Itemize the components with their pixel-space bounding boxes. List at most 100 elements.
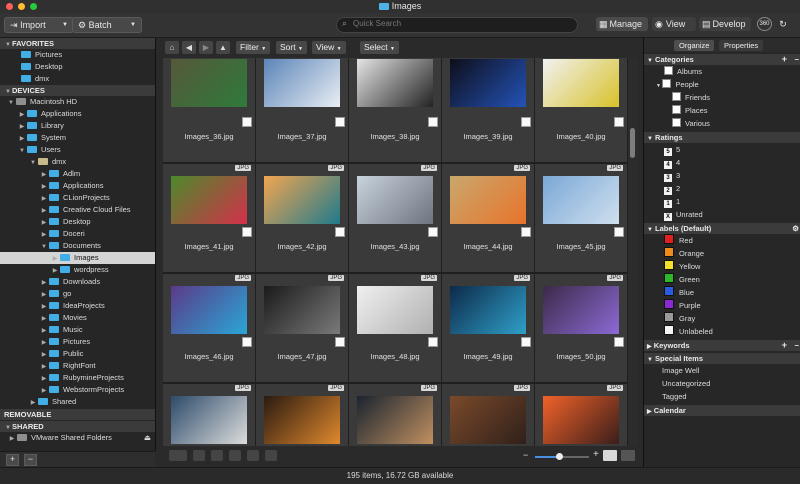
- thumbnail-cell[interactable]: JPG: [535, 384, 627, 446]
- tree-item-rubymineprojects[interactable]: ▶ RubymineProjects: [0, 372, 155, 384]
- rating-2[interactable]: 22: [644, 182, 800, 195]
- tree-item-dmx[interactable]: ▼ dmx: [0, 156, 155, 168]
- labels-header[interactable]: ▼ Labels (Default) ⚙: [644, 223, 800, 234]
- minus-icon[interactable]: −: [795, 340, 799, 351]
- sync-icon[interactable]: ↻: [776, 17, 790, 31]
- tree-item-users[interactable]: ▼ Users: [0, 144, 155, 156]
- thumbnail-cell[interactable]: Images_38.jpg: [349, 58, 441, 162]
- select-dropdown[interactable]: Select ▼: [360, 41, 399, 54]
- select-checkbox[interactable]: [335, 117, 345, 127]
- tree-item-adlm[interactable]: ▶ Adlm: [0, 168, 155, 180]
- thumbnail-image[interactable]: [264, 176, 340, 224]
- select-checkbox[interactable]: [521, 117, 531, 127]
- sort-dropdown[interactable]: Sort ▼: [276, 41, 307, 54]
- quick-search[interactable]: ⌕ Quick Search: [336, 17, 578, 33]
- category-various[interactable]: Various: [644, 117, 800, 130]
- thumbnail-cell[interactable]: Images_40.jpg: [535, 58, 627, 162]
- thumbnail-cell[interactable]: JPG Images_49.jpg: [442, 274, 534, 382]
- forward-button[interactable]: ▶: [199, 41, 213, 54]
- special-item-uncategorized[interactable]: Uncategorized: [644, 377, 800, 390]
- thumbnail-image[interactable]: [171, 396, 247, 444]
- select-checkbox[interactable]: [242, 227, 252, 237]
- add-keyword-button[interactable]: +: [782, 340, 787, 351]
- thumbnail-cell[interactable]: JPG Images_45.jpg: [535, 164, 627, 272]
- search-input[interactable]: Quick Search: [353, 19, 401, 28]
- select-checkbox[interactable]: [242, 117, 252, 127]
- slider-knob[interactable]: [556, 453, 564, 460]
- tree-item-ideaprojects[interactable]: ▶ IdeaProjects: [0, 300, 155, 312]
- category-checkbox[interactable]: [662, 79, 672, 88]
- zoom-in-icon[interactable]: +: [593, 449, 599, 460]
- tree-item-images[interactable]: ▶ Images: [0, 252, 155, 264]
- tree-item-applications[interactable]: ▶ Applications: [0, 108, 155, 120]
- share-icon[interactable]: [169, 450, 187, 461]
- thumbnail-image[interactable]: [171, 59, 247, 107]
- remove-favorite-button[interactable]: −: [24, 454, 37, 466]
- thumbnail-cell[interactable]: JPG: [442, 384, 534, 446]
- label-green[interactable]: Green: [644, 273, 800, 286]
- tree-item-system[interactable]: ▶ System: [0, 132, 155, 144]
- thumbnail-image[interactable]: [357, 286, 433, 334]
- thumbnail-cell[interactable]: JPG Images_46.jpg: [163, 274, 255, 382]
- scrollbar-thumb[interactable]: [630, 128, 635, 158]
- tree-item-doceri[interactable]: ▶ Doceri: [0, 228, 155, 240]
- rotate-left-icon[interactable]: [193, 450, 205, 461]
- thumbnail-image[interactable]: [450, 396, 526, 444]
- removable-section-header[interactable]: REMOVABLE: [0, 409, 155, 420]
- thumbnail-image[interactable]: [450, 286, 526, 334]
- thumbnail-cell[interactable]: JPG: [349, 384, 441, 446]
- thumbnail-image[interactable]: [357, 59, 433, 107]
- select-checkbox[interactable]: [242, 337, 252, 347]
- select-checkbox[interactable]: [428, 337, 438, 347]
- category-friends[interactable]: Friends: [644, 91, 800, 104]
- favorites-section-header[interactable]: ▼FAVORITES: [0, 38, 155, 49]
- select-checkbox[interactable]: [614, 337, 624, 347]
- tab-organize[interactable]: Organize: [674, 40, 715, 51]
- devices-section-header[interactable]: ▼DEVICES: [0, 85, 155, 96]
- label-unlabeled[interactable]: Unlabeled: [644, 325, 800, 338]
- disclosure-right-icon[interactable]: ▶: [8, 433, 16, 445]
- rating-unrated[interactable]: X Unrated: [644, 208, 800, 221]
- thumbnail-image[interactable]: [543, 176, 619, 224]
- delete-icon[interactable]: [247, 450, 259, 461]
- tab-properties[interactable]: Properties: [719, 40, 764, 51]
- thumbnail-image[interactable]: [171, 176, 247, 224]
- view-mode-button[interactable]: ◉ View: [652, 17, 696, 31]
- view-dropdown[interactable]: View ▼: [312, 41, 346, 54]
- special-item-image-well[interactable]: Image Well: [644, 364, 800, 377]
- category-checkbox[interactable]: [672, 105, 681, 114]
- tree-item-pictures[interactable]: ▶ Pictures: [0, 336, 155, 348]
- home-button[interactable]: ⌂: [165, 41, 179, 54]
- rating-3[interactable]: 33: [644, 169, 800, 182]
- special-item-tagged[interactable]: Tagged: [644, 390, 800, 403]
- select-checkbox[interactable]: [614, 227, 624, 237]
- sidebar-item-pictures[interactable]: Pictures: [0, 49, 155, 61]
- tree-item-library[interactable]: ▶ Library: [0, 120, 155, 132]
- thumbnail-image[interactable]: [543, 59, 619, 107]
- select-checkbox[interactable]: [428, 117, 438, 127]
- tree-item-applications[interactable]: ▶ Applications: [0, 180, 155, 192]
- slideshow-icon[interactable]: [229, 450, 241, 461]
- tree-item-webstormprojects[interactable]: ▶ WebstormProjects: [0, 384, 155, 396]
- select-checkbox[interactable]: [521, 337, 531, 347]
- up-button[interactable]: ▲: [216, 41, 230, 54]
- thumbnail-image[interactable]: [450, 59, 526, 107]
- thumbnail-cell[interactable]: JPG Images_50.jpg: [535, 274, 627, 382]
- add-favorite-button[interactable]: +: [6, 454, 19, 466]
- thumbnail-cell[interactable]: JPG: [256, 384, 348, 446]
- special-items-header[interactable]: ▼ Special Items: [644, 353, 800, 364]
- category-people[interactable]: ▼ People: [644, 78, 800, 91]
- rotate-right-icon[interactable]: [211, 450, 223, 461]
- rating-5[interactable]: 55: [644, 143, 800, 156]
- filter-dropdown[interactable]: Filter ▼: [236, 41, 271, 54]
- thumbnail-image[interactable]: [543, 286, 619, 334]
- thumbnail-image[interactable]: [264, 59, 340, 107]
- thumbnail-image[interactable]: [264, 396, 340, 444]
- sidebar-item-desktop[interactable]: Desktop: [0, 61, 155, 73]
- keywords-header[interactable]: ▶ Keywords + −: [644, 340, 800, 351]
- sidebar-item-dmx[interactable]: dmx: [0, 73, 155, 85]
- gear-icon[interactable]: ⚙: [792, 223, 799, 234]
- thumbnail-image[interactable]: [450, 176, 526, 224]
- thumbnail-cell[interactable]: JPG Images_41.jpg: [163, 164, 255, 272]
- thumbnail-image[interactable]: [264, 286, 340, 334]
